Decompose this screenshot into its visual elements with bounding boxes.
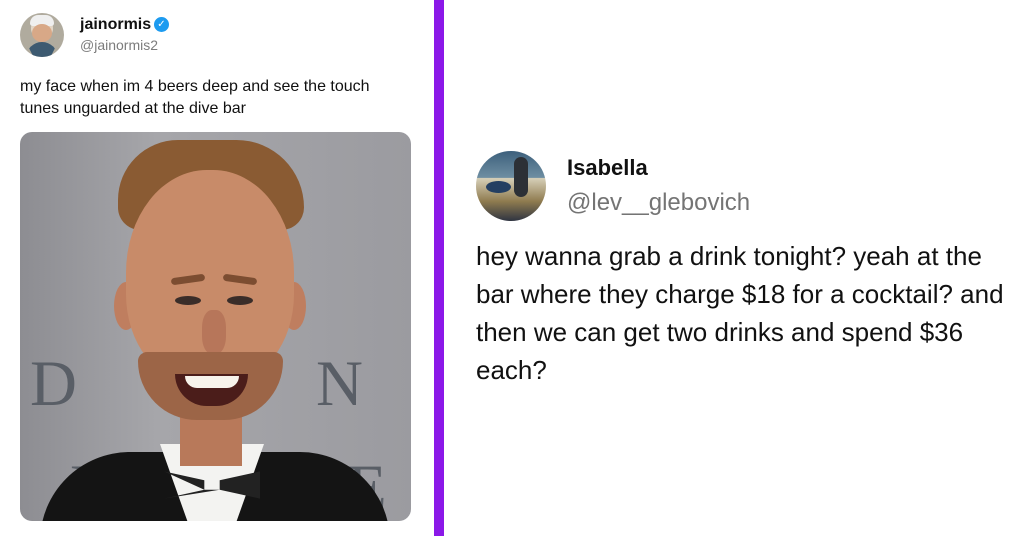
jainormis-avatar[interactable] [20, 13, 64, 57]
right-display-name[interactable]: Isabella [567, 155, 648, 181]
verified-check-icon: ✓ [154, 17, 169, 32]
left-display-name[interactable]: jainormis [80, 16, 151, 34]
purple-divider [434, 0, 444, 536]
photo-nose [202, 310, 226, 354]
right-handle[interactable]: @lev__glebovich [567, 189, 750, 217]
avatar-figure [514, 157, 528, 197]
isabella-avatar[interactable] [476, 151, 546, 221]
avatar-hat [486, 181, 511, 193]
avatar-shirt [26, 42, 58, 57]
left-tweet-text: my face when im 4 beers deep and see the… [20, 78, 370, 117]
photo-right-eye [227, 296, 253, 305]
right-tweet-text: hey wanna grab a drink tonight? yeah at … [476, 241, 1004, 385]
background-letter-d: D [30, 348, 77, 420]
tweet-photo[interactable]: D N L E [20, 132, 411, 521]
photo-teeth [185, 376, 239, 388]
photo-left-eye [175, 296, 201, 305]
left-tweet-card: jainormis ✓ @jainormis2 my face when im … [0, 0, 434, 536]
left-handle[interactable]: @jainormis2 [80, 37, 158, 53]
right-tweet-card: Isabella @lev__glebovich hey wanna grab … [444, 0, 1024, 536]
background-letter-n: N [316, 348, 363, 420]
avatar-face [32, 24, 52, 42]
